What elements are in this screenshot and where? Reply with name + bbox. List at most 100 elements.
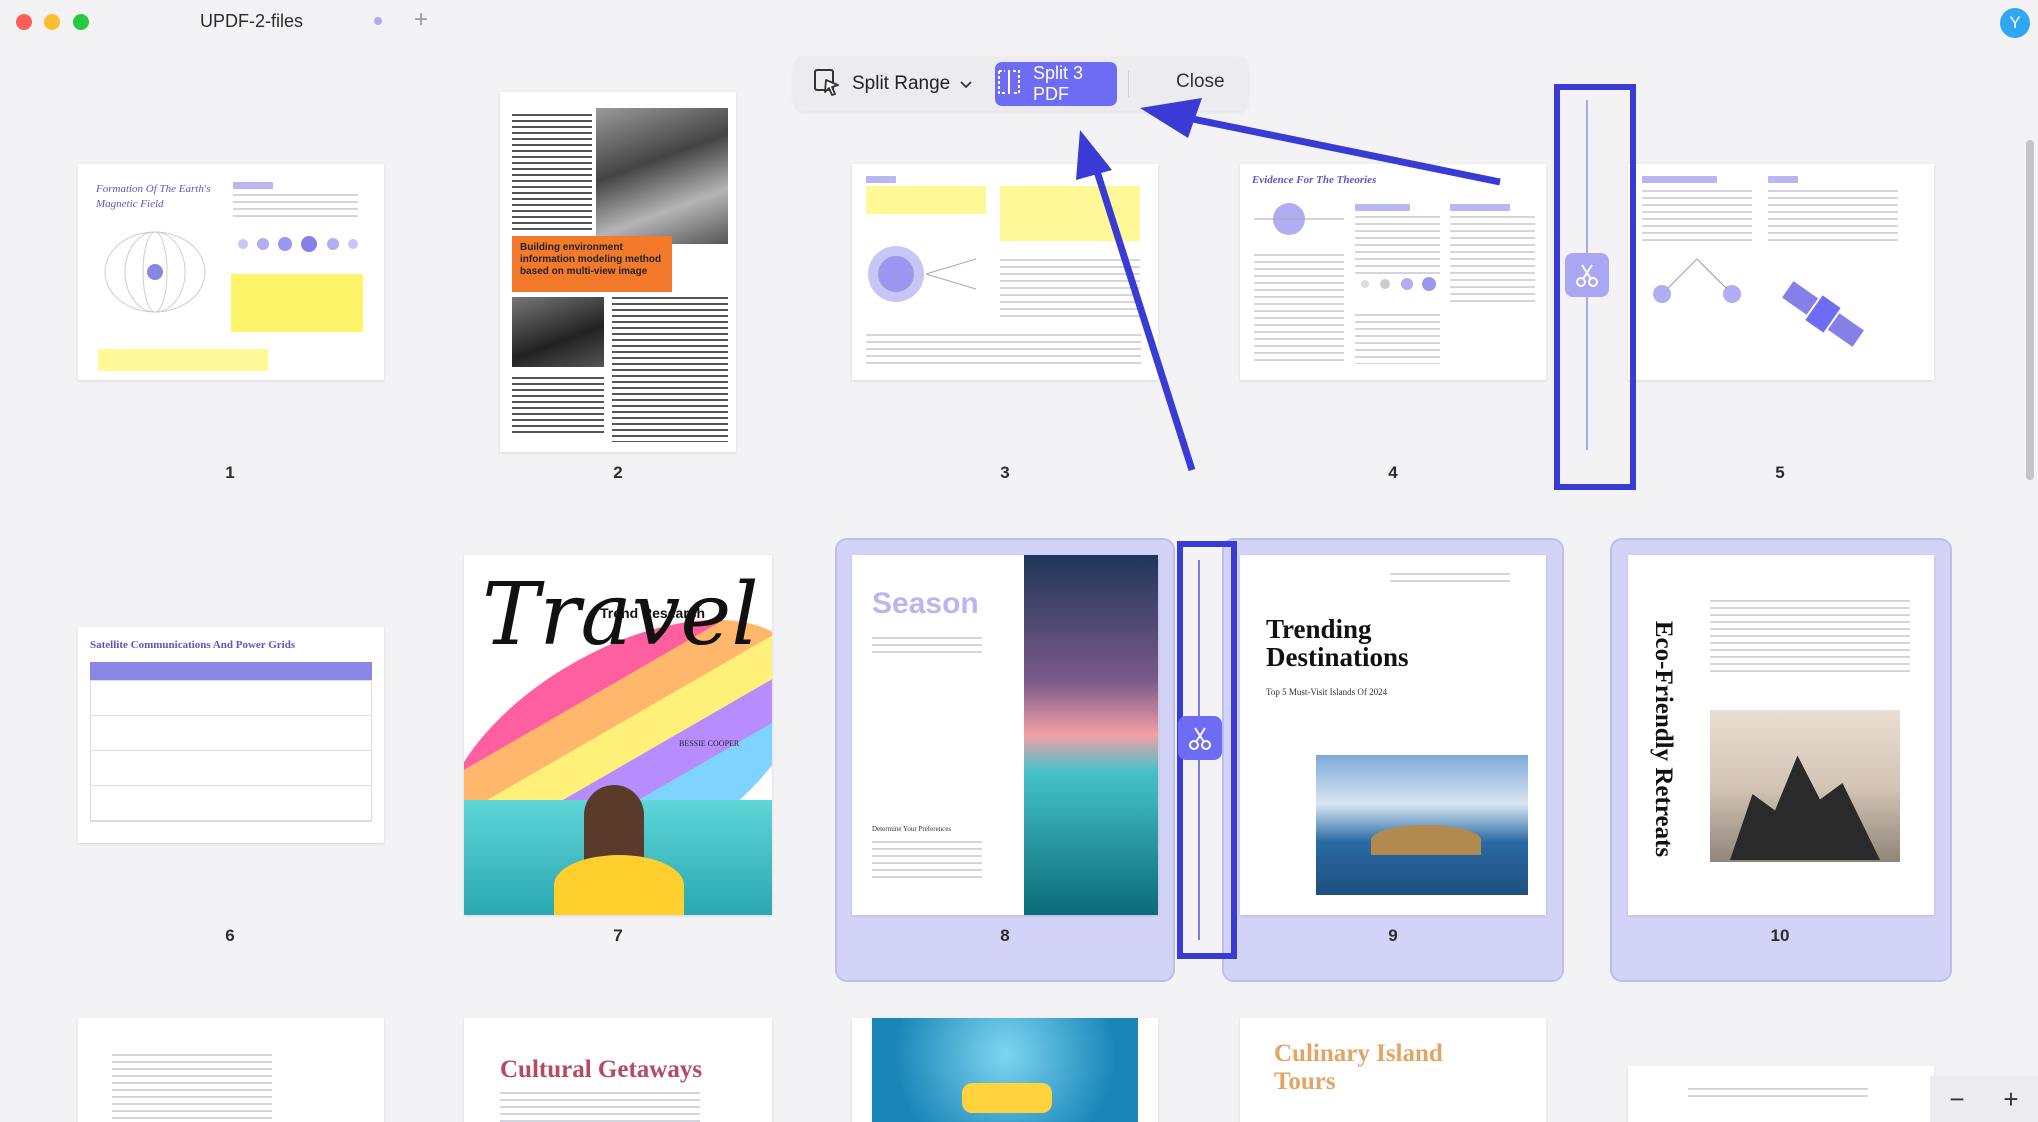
page-thumbnail-8[interactable]: Season Determine Your Preferences <box>852 555 1158 915</box>
split-doc-icon <box>995 68 1023 101</box>
text-column <box>512 114 592 234</box>
tag <box>233 182 273 189</box>
page-thumbnail-6[interactable]: Satellite Communications And Power Grids <box>78 627 384 843</box>
page-number-4: 4 <box>1388 463 1398 482</box>
text-block <box>1688 1088 1868 1098</box>
island-shape <box>1371 825 1481 855</box>
scissors-icon[interactable] <box>1178 716 1222 760</box>
page-title: Season <box>872 587 979 620</box>
page-thumbnail-7[interactable]: Travel Trend Research BESSIE COOPER <box>464 555 772 915</box>
split-range-label: Split Range <box>852 73 951 94</box>
photo-architecture <box>596 108 728 244</box>
maximize-window-button[interactable] <box>73 14 89 30</box>
zoom-controls: − + <box>1930 1076 2038 1122</box>
close-window-button[interactable] <box>16 14 32 30</box>
text-column <box>612 297 728 442</box>
title-bar: UPDF-2-files + Y <box>0 0 2038 44</box>
page-number-10: 10 <box>1770 926 1790 945</box>
page-subhead: Determine Your Preferences <box>872 825 952 833</box>
page-title: Formation Of The Earth's Magnetic Field <box>96 183 211 210</box>
scissors-icon[interactable] <box>1565 253 1609 297</box>
page-number-3: 3 <box>1000 463 1010 482</box>
highlight-block <box>1000 186 1140 241</box>
zoom-out-button[interactable]: − <box>1949 1084 1964 1115</box>
page-subtitle: Top 5 Must-Visit Islands Of 2024 <box>1266 687 1388 697</box>
page-title: Satellite Communications And Power Grids <box>90 639 296 651</box>
highlight-text <box>98 349 268 371</box>
text-block <box>1642 190 1752 245</box>
dots-graphic <box>1361 277 1436 291</box>
zoom-in-button[interactable]: + <box>2003 1084 2018 1115</box>
highlight-block <box>231 274 363 332</box>
page-number-5: 5 <box>1775 463 1785 482</box>
text-block <box>233 194 358 222</box>
close-button[interactable]: Close <box>1176 71 1225 93</box>
page-number-2: 2 <box>613 463 623 482</box>
text-block <box>1768 190 1898 245</box>
text-column <box>1355 216 1440 276</box>
split-range-dropdown[interactable]: Split Range <box>812 66 972 102</box>
unsaved-dot-icon <box>374 17 382 25</box>
page-author: BESSIE COOPER <box>679 739 740 748</box>
swimmer-photo <box>872 1018 1138 1122</box>
page-thumbnail-9[interactable]: Trending Destinations Top 5 Must-Visit I… <box>1240 555 1546 915</box>
toolbar-divider <box>1128 71 1129 97</box>
island-photo <box>1316 755 1528 895</box>
page-number-7: 7 <box>613 926 623 945</box>
page-title: Eco-Friendly Retreats <box>1650 620 1677 858</box>
split-toolbar: Split Range Split 3 PDF Close <box>794 57 1248 111</box>
highlight-text <box>866 186 986 214</box>
page-number-6: 6 <box>225 926 235 945</box>
chevron-down-icon <box>960 77 972 92</box>
new-tab-button[interactable]: + <box>414 6 428 34</box>
tag <box>1355 204 1410 211</box>
orbit-diagram <box>1254 203 1344 235</box>
page-thumbnail-11[interactable] <box>78 1018 384 1122</box>
vertical-scrollbar[interactable] <box>2026 140 2034 480</box>
text-column <box>1254 254 1344 364</box>
page-thumbnail-13[interactable] <box>852 1018 1158 1122</box>
page-number-8: 8 <box>1000 926 1010 945</box>
satellite-illustration <box>1782 281 1864 347</box>
split-pdf-button[interactable]: Split 3 PDF <box>995 62 1117 106</box>
antenna-diagram <box>1653 258 1741 303</box>
page-thumbnail-5[interactable] <box>1628 164 1934 380</box>
text-block <box>500 1092 700 1122</box>
sunset-sea-photo <box>1024 555 1158 915</box>
text-column <box>1355 314 1440 364</box>
rock-shape <box>1730 755 1880 860</box>
minimize-window-button[interactable] <box>44 14 60 30</box>
page-thumbnail-14[interactable]: Culinary Island Tours <box>1240 1018 1546 1122</box>
page-number-1: 1 <box>225 463 235 482</box>
page-thumbnail-10[interactable]: Eco-Friendly Retreats <box>1628 555 1934 915</box>
satellite-dish-diagram <box>868 246 977 302</box>
page-thumbnail-12[interactable]: Cultural Getaways <box>464 1018 772 1122</box>
page-subtitle: Trend Research <box>600 605 706 621</box>
text-block <box>112 1054 272 1122</box>
rock-photo <box>1710 710 1900 862</box>
goggles-shape <box>962 1083 1052 1113</box>
text-column <box>512 377 604 437</box>
page-thumbnail-3[interactable] <box>852 164 1158 380</box>
page-thumbnail-4[interactable]: Evidence For The Theories <box>1240 164 1546 380</box>
page-number-9: 9 <box>1388 926 1398 945</box>
magnetic-field-diagram <box>104 231 206 313</box>
tag <box>1642 176 1717 183</box>
photo-workstation <box>512 297 604 367</box>
table-header <box>90 662 372 680</box>
cursor-select-icon <box>812 67 842 102</box>
page-thumbnail-15[interactable] <box>1628 1066 1934 1122</box>
kayak <box>554 855 684 915</box>
text-block <box>1390 573 1510 587</box>
text-block <box>872 637 982 655</box>
page-thumbnail-1[interactable]: Formation Of The Earth's Magnetic Field <box>78 164 384 380</box>
page-thumbnail-2[interactable]: Building environment information modelin… <box>500 92 736 452</box>
text-block <box>1000 259 1140 319</box>
text-block <box>1710 600 1910 675</box>
user-avatar[interactable]: Y <box>2000 8 2030 38</box>
text-column <box>1450 216 1535 306</box>
page-title: Trending Destinations <box>1266 614 1409 672</box>
tag <box>1450 204 1510 211</box>
tab-title[interactable]: UPDF-2-files <box>200 11 303 32</box>
text-block <box>866 334 1141 364</box>
